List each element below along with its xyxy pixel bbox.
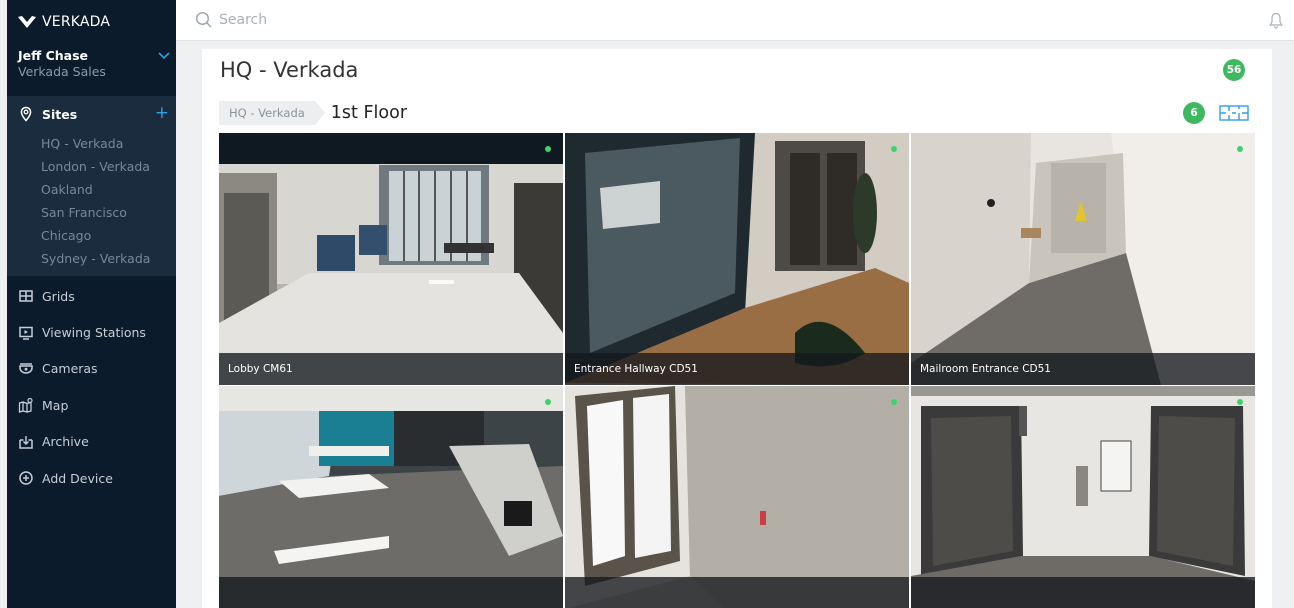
camera-feed-elevators [911, 386, 1255, 608]
camera-feed-mailroom-entrance [911, 133, 1255, 385]
nav-sites-label: Sites [42, 106, 78, 122]
top-bar [176, 0, 1294, 41]
verkada-logo-icon [18, 16, 36, 28]
online-status-dot [1237, 146, 1243, 152]
add-site-icon[interactable]: + [155, 105, 169, 122]
grid-icon [18, 288, 34, 304]
online-status-dot [891, 146, 897, 152]
nav-map-label: Map [42, 397, 69, 413]
site-item[interactable]: HQ - Verkada [7, 132, 176, 155]
camera-feed-entrance-hallway [565, 133, 909, 385]
site-item[interactable]: San Francisco [7, 201, 176, 224]
camera-tile[interactable]: Mailroom Entrance CD51 [911, 133, 1255, 385]
location-pin-icon [18, 106, 34, 122]
camera-name: Mailroom Entrance CD51 [920, 363, 1051, 375]
nav-add-device-label: Add Device [42, 470, 113, 486]
search-input[interactable] [219, 12, 819, 28]
sidebar: VERKADA Jeff Chase Verkada Sales Sites +… [7, 0, 176, 608]
camera-icon [18, 361, 34, 377]
chevron-down-icon[interactable] [158, 52, 170, 60]
camera-tile[interactable] [219, 386, 563, 608]
floor-camera-count-badge: 6 [1183, 102, 1205, 124]
nav-cameras-label: Cameras [42, 361, 98, 377]
nav-map[interactable]: Map [7, 387, 176, 423]
online-status-dot [545, 146, 551, 152]
camera-caption: Entrance Hallway CD51 [565, 353, 909, 385]
brand[interactable]: VERKADA [7, 0, 176, 44]
camera-feed-lobby [219, 133, 563, 385]
nav-viewing-stations[interactable]: Viewing Stations [7, 314, 176, 350]
camera-caption [219, 577, 563, 608]
nav-archive-label: Archive [42, 434, 89, 450]
nav-sites[interactable]: Sites + [7, 96, 176, 132]
breadcrumb-site[interactable]: HQ - Verkada [219, 101, 325, 125]
camera-tile[interactable]: Entrance Hallway CD51 [565, 133, 909, 385]
camera-grid: Lobby CM61 Entrance Hallway CD51 Mailroo… [219, 133, 1255, 608]
nav-grids-label: Grids [42, 288, 75, 304]
camera-caption [911, 577, 1255, 608]
camera-name: Entrance Hallway CD51 [574, 363, 698, 375]
nav-grids[interactable]: Grids [7, 278, 176, 314]
sites-section: Sites + HQ - Verkada London - Verkada Oa… [7, 96, 176, 276]
page-title: HQ - Verkada [220, 58, 359, 82]
nav-cameras[interactable]: Cameras [7, 351, 176, 387]
camera-caption: Mailroom Entrance CD51 [911, 353, 1255, 385]
nav-viewing-stations-label: Viewing Stations [42, 325, 146, 341]
user-name: Jeff Chase [18, 48, 89, 63]
site-item[interactable]: Oakland [7, 178, 176, 201]
main-nav: Grids Viewing Stations Cameras Map Archi… [7, 276, 176, 496]
site-item[interactable]: London - Verkada [7, 155, 176, 178]
camera-tile[interactable] [565, 386, 909, 608]
main-panel: HQ - Verkada 56 HQ - Verkada 1st Floor 6 [202, 49, 1272, 608]
camera-feed-side-entrance [565, 386, 909, 608]
online-status-dot [545, 399, 551, 405]
total-camera-count-badge: 56 [1223, 59, 1245, 81]
user-org: Verkada Sales [18, 64, 106, 79]
camera-caption: Lobby CM61 [219, 353, 563, 385]
floorplan-icon[interactable] [1219, 104, 1249, 122]
nav-add-device[interactable]: Add Device [7, 460, 176, 496]
add-circle-icon [18, 470, 34, 486]
camera-name: Lobby CM61 [228, 363, 293, 375]
map-icon [18, 397, 34, 414]
camera-feed-kitchen [219, 386, 563, 608]
bell-icon[interactable] [1269, 12, 1283, 29]
camera-tile[interactable] [911, 386, 1255, 608]
brand-name: VERKADA [42, 14, 111, 30]
nav-archive[interactable]: Archive [7, 424, 176, 460]
monitor-icon [18, 325, 34, 341]
site-item[interactable]: Chicago [7, 224, 176, 247]
breadcrumb: HQ - Verkada 1st Floor [219, 101, 407, 125]
user-switcher[interactable]: Jeff Chase Verkada Sales [7, 44, 176, 96]
search-icon [195, 11, 213, 29]
breadcrumb-floor: 1st Floor [330, 103, 408, 123]
site-item[interactable]: Sydney - Verkada [7, 247, 176, 270]
online-status-dot [891, 399, 897, 405]
online-status-dot [1237, 399, 1243, 405]
camera-tile[interactable]: Lobby CM61 [219, 133, 563, 385]
camera-caption [565, 577, 909, 608]
archive-icon [18, 434, 34, 450]
